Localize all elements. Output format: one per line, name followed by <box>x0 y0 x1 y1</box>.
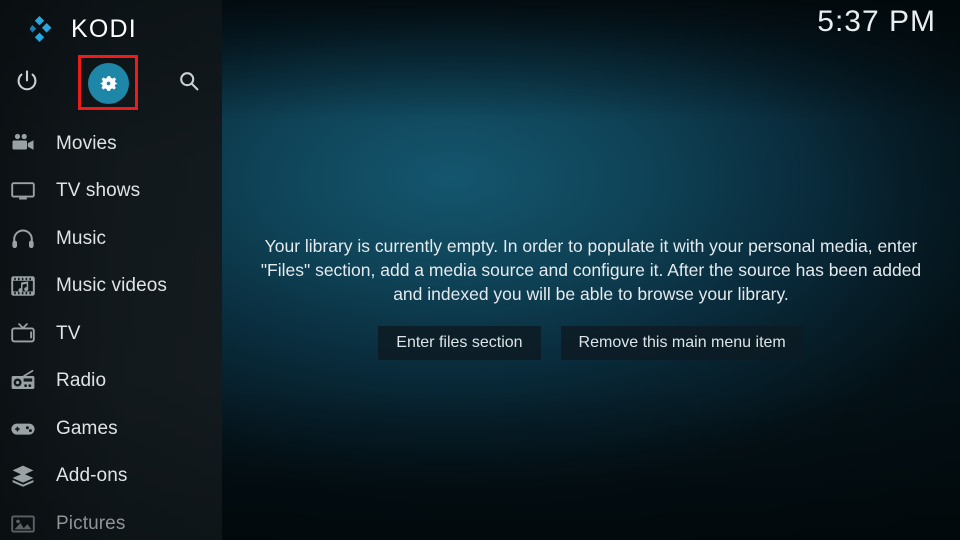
power-icon <box>15 69 39 98</box>
sidebar-toolbar <box>0 56 222 110</box>
remove-main-menu-item-button[interactable]: Remove this main menu item <box>560 326 804 360</box>
sidebar-item-tv[interactable]: TV <box>0 310 222 358</box>
gamepad-icon <box>2 416 44 442</box>
sidebar-item-label: Games <box>56 417 118 439</box>
main-content: Your library is currently empty. In orde… <box>222 0 960 540</box>
app-logo: KODI <box>29 14 137 44</box>
sidebar-item-pictures[interactable]: Pictures <box>0 500 222 540</box>
picture-icon <box>2 511 44 537</box>
app-title: KODI <box>71 14 137 43</box>
action-button-row: Enter files section Remove this main men… <box>378 326 804 360</box>
sidebar-item-label: Pictures <box>56 512 126 534</box>
sidebar-item-games[interactable]: Games <box>0 405 222 453</box>
sidebar-item-music[interactable]: Music <box>0 215 222 263</box>
film-note-icon <box>2 273 44 299</box>
settings-button[interactable] <box>81 56 135 110</box>
sidebar-item-tv-shows[interactable]: TV shows <box>0 168 222 216</box>
sidebar-item-label: Radio <box>56 370 107 392</box>
sidebar-item-label: Add-ons <box>56 465 128 487</box>
sidebar-item-label: Music videos <box>56 275 168 297</box>
headphones-icon <box>2 226 44 252</box>
package-box-icon <box>2 463 44 489</box>
sidebar-item-label: Music <box>56 227 107 249</box>
radio-icon <box>2 368 44 394</box>
sidebar: KODI Movies TV shows Music Music videos … <box>0 0 222 540</box>
kodi-home-screen: 5:37 PM Your library is currently empty.… <box>0 0 960 540</box>
sidebar-item-movies[interactable]: Movies <box>0 120 222 168</box>
sidebar-item-label: Movies <box>56 132 117 154</box>
kodi-logo-icon <box>29 14 60 44</box>
clock: 5:37 PM <box>817 5 936 38</box>
enter-files-section-button[interactable]: Enter files section <box>378 326 541 360</box>
power-button[interactable] <box>0 56 54 110</box>
main-menu: Movies TV shows Music Music videos TV Ra… <box>0 120 222 540</box>
settings-gear-icon <box>87 62 129 104</box>
sidebar-item-label: TV <box>56 322 81 344</box>
sidebar-item-radio[interactable]: Radio <box>0 358 222 406</box>
movie-camera-icon <box>2 131 44 157</box>
monitor-icon <box>2 178 44 204</box>
television-icon <box>2 321 44 347</box>
search-button[interactable] <box>162 56 216 110</box>
search-icon <box>177 69 201 98</box>
sidebar-item-label: TV shows <box>56 180 141 202</box>
sidebar-item-add-ons[interactable]: Add-ons <box>0 453 222 501</box>
empty-library-message: Your library is currently empty. In orde… <box>260 236 922 304</box>
sidebar-item-music-videos[interactable]: Music videos <box>0 263 222 311</box>
